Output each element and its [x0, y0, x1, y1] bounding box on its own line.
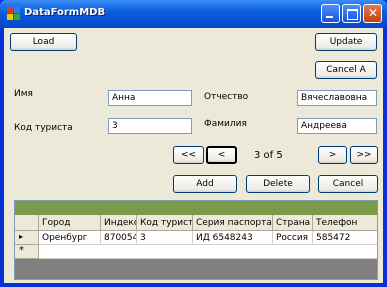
new-row-icon[interactable]: *	[15, 245, 39, 259]
column-header-country[interactable]: Страна	[273, 215, 313, 231]
title-bar[interactable]: DataFormMDB ✕	[0, 0, 387, 28]
tourist-code-label: Код туриста	[14, 123, 73, 133]
column-header-index[interactable]: Индекс	[101, 215, 137, 231]
cell-phone[interactable]: 585472	[313, 231, 377, 245]
cancel-button[interactable]: Cancel	[318, 175, 378, 193]
row-selector-icon[interactable]: ▸	[15, 231, 39, 245]
cell-country[interactable]: Россия	[273, 231, 313, 245]
close-button[interactable]: ✕	[363, 4, 382, 23]
add-button[interactable]: Add	[173, 175, 237, 193]
surname-label: Фамилия	[204, 119, 247, 129]
first-record-button[interactable]: <<	[173, 146, 204, 164]
app-icon	[7, 7, 21, 21]
patronymic-label: Отчество	[204, 92, 249, 102]
maximize-button[interactable]	[342, 4, 361, 23]
minimize-button[interactable]	[321, 4, 340, 23]
load-button[interactable]: Load	[10, 33, 77, 51]
previous-record-button[interactable]: <	[206, 146, 237, 164]
minimize-icon	[326, 16, 333, 18]
column-header-city[interactable]: Город	[39, 215, 101, 231]
name-label: Имя	[14, 89, 33, 99]
column-header-passport-series[interactable]: Серия паспорта	[193, 215, 273, 231]
window-title: DataFormMDB	[24, 7, 106, 18]
tourist-code-field[interactable]: 3	[108, 118, 192, 134]
delete-button[interactable]: Delete	[246, 175, 310, 193]
cancel-all-button[interactable]: Cancel A	[315, 61, 377, 79]
surname-field[interactable]: Андреева	[297, 118, 377, 134]
new-row[interactable]	[39, 245, 377, 259]
next-record-button[interactable]: >	[318, 146, 347, 164]
close-icon: ✕	[368, 6, 379, 20]
cell-tourist-code[interactable]: 3	[137, 231, 193, 245]
record-position: 3 of 5	[254, 150, 283, 161]
name-field[interactable]: Анна	[108, 90, 192, 106]
last-record-button[interactable]: >>	[350, 146, 378, 164]
patronymic-field[interactable]: Вячеславовна	[297, 90, 377, 106]
column-header-phone[interactable]: Телефон	[313, 215, 377, 231]
column-header-tourist-code[interactable]: Код туриста	[137, 215, 193, 231]
grid-corner-header	[15, 215, 39, 231]
cell-passport-series[interactable]: ИД 6548243	[193, 231, 273, 245]
data-grid[interactable]: Город Индекс Код туриста Серия паспорта …	[14, 200, 378, 280]
cell-city[interactable]: Оренбург	[39, 231, 101, 245]
cell-index[interactable]: 870054	[101, 231, 137, 245]
app-window: DataFormMDB ✕ Load Update Cancel A Имя А…	[0, 0, 387, 287]
form-client-area: Load Update Cancel A Имя Анна Отчество В…	[4, 28, 383, 283]
update-button[interactable]: Update	[315, 33, 377, 51]
grid-caption-bar	[15, 201, 377, 215]
maximize-icon	[347, 9, 358, 20]
